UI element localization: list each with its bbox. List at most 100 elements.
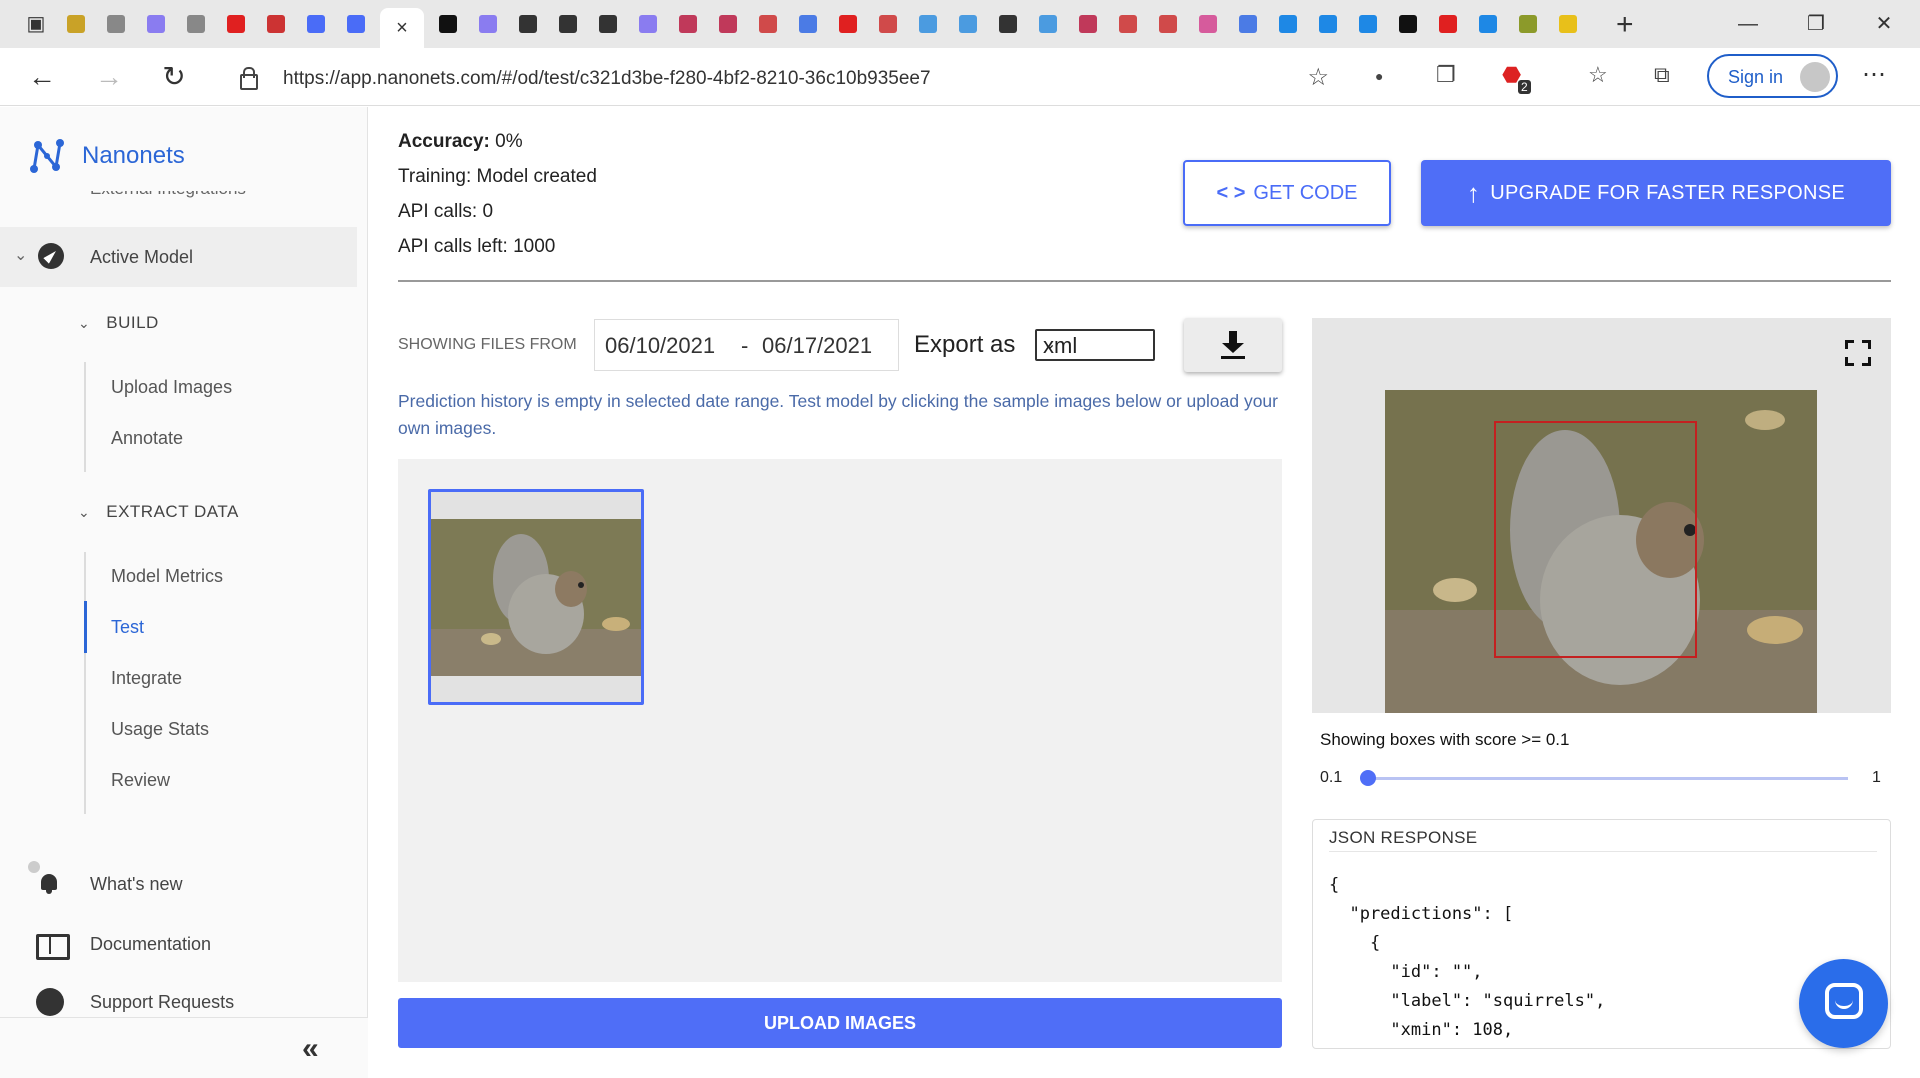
download-button[interactable] [1184,318,1282,372]
browser-tab-bar: ▣ × + — ❐ ✕ [0,0,1920,48]
brand-logo[interactable]: Nanonets [28,137,185,175]
tab-favicon-icon[interactable] [100,10,132,38]
sidebar-item-whats-new[interactable]: What's new [36,870,182,898]
chat-support-button[interactable] [1799,959,1888,1048]
tab-favicon-icon[interactable] [992,10,1024,38]
sidebar-item-external-integrations[interactable]: External Integrations [40,191,360,201]
tab-favicon-icon[interactable] [1512,10,1544,38]
tab-favicon-icon[interactable] [300,10,332,38]
restore-icon[interactable]: ❐ [1804,12,1828,36]
fullscreen-icon[interactable] [1845,340,1871,366]
date-range-picker[interactable]: 06/10/2021 - 06/17/2021 [594,319,899,371]
tab-favicon-icon[interactable] [1232,10,1264,38]
tab-favicon-icon[interactable] [912,10,944,38]
tab-favicon-icon[interactable] [1032,10,1064,38]
tab-favicon-icon[interactable] [752,10,784,38]
tab-favicon-icon[interactable] [1352,10,1384,38]
upgrade-button[interactable]: ↑ UPGRADE FOR FASTER RESPONSE [1421,160,1891,226]
tab-favicon-icon[interactable] [60,10,92,38]
sidebar-item-label: Active Model [90,247,194,267]
tab-favicon-icon[interactable] [792,10,824,38]
date-to[interactable]: 06/17/2021 [762,333,872,359]
close-window-icon[interactable]: ✕ [1872,12,1896,36]
upload-images-button[interactable]: UPLOAD IMAGES [398,998,1282,1048]
tab-favicon-icon[interactable] [220,10,252,38]
sidebar-item-usage-stats[interactable]: Usage Stats [111,719,209,740]
tab-favicon-icon[interactable] [1472,10,1504,38]
tab-favicon-icon[interactable] [432,10,464,38]
sidebar-item-upload-images[interactable]: Upload Images [111,377,232,398]
sidebar-item-integrate[interactable]: Integrate [111,668,182,689]
new-tab-button[interactable]: + [1616,8,1634,42]
tab-favicon-icon[interactable] [512,10,544,38]
tab-favicon-icon[interactable] [1312,10,1344,38]
score-slider-handle[interactable] [1360,770,1376,786]
reload-icon[interactable]: ↻ [157,60,191,94]
tab-favicon-icon[interactable] [952,10,984,38]
url-text[interactable]: https://app.nanonets.com/#/od/test/c321d… [283,68,931,90]
tab-favicon-icon[interactable] [1432,10,1464,38]
tab-favicon-icon[interactable] [712,10,744,38]
tab-favicon-icon[interactable] [872,10,904,38]
tab-favicon-icon[interactable] [180,10,212,38]
tab-close-icon[interactable]: × [380,8,424,48]
chevron-down-icon: ⌄ [1043,336,1057,353]
tab-actions-icon[interactable]: ▣ [24,12,48,36]
lock-icon[interactable] [238,66,258,90]
section-extract-data[interactable]: ⌄ EXTRACT DATA [78,502,239,522]
empty-history-message: Prediction history is empty in selected … [398,391,1278,438]
more-menu-icon[interactable]: ⋯ [1862,60,1886,89]
sidebar-item-test[interactable]: Test [111,617,144,638]
sidebar-item-label: Documentation [90,933,212,954]
collapse-sidebar-icon[interactable]: « [302,1032,319,1066]
tab-favicon-icon[interactable] [260,10,292,38]
tab-favicon-icon[interactable] [672,10,704,38]
profile-avatar-icon [1800,62,1830,92]
tab-favicon-icon[interactable] [472,10,504,38]
score-slider-track[interactable] [1368,777,1848,780]
tab-favicon-icon[interactable] [340,10,372,38]
get-code-button[interactable]: < > GET CODE [1183,160,1391,226]
slider-min-label: 0.1 [1320,769,1343,786]
add-favorite-icon[interactable]: ☆ [1307,63,1329,92]
prediction-bounding-box[interactable] [1494,421,1697,658]
collections-icon[interactable]: ⧉ [1654,62,1670,88]
extension-icon[interactable]: ● [1375,68,1383,84]
section-title: EXTRACT DATA [106,502,239,521]
tab-favicon-icon[interactable] [1192,10,1224,38]
sidebar: Nanonets External Integrations ⌄ Active … [0,107,368,1078]
tab-favicon-icon[interactable] [1552,10,1584,38]
tab-favicon-icon[interactable] [1152,10,1184,38]
tab-favicon-icon[interactable] [1072,10,1104,38]
back-icon[interactable]: ← [25,60,59,94]
date-from[interactable]: 06/10/2021 [605,333,715,359]
tab-favicon-icon[interactable] [1272,10,1304,38]
chat-icon [1825,983,1863,1019]
tab-favicon-icon[interactable] [592,10,624,38]
tab-favicon-icon[interactable] [552,10,584,38]
export-format-select[interactable]: xml ⌄ [1035,329,1155,361]
showing-files-label: SHOWING FILES FROM [398,336,577,353]
collections-ext-icon[interactable]: ❐ [1436,62,1456,88]
tab-favicon-icon[interactable] [1392,10,1424,38]
favorites-icon[interactable]: ☆ [1588,62,1608,88]
sidebar-item-model-metrics[interactable]: Model Metrics [111,566,223,587]
url-field[interactable]: https://app.nanonets.com/#/od/test/c321d… [215,56,1340,98]
tab-favicon-icon[interactable] [1112,10,1144,38]
minimize-icon[interactable]: — [1736,12,1760,36]
address-bar: ← → ↻ https://app.nanonets.com/#/od/test… [0,48,1920,106]
sidebar-item-support-requests[interactable]: Support Requests [36,988,234,1016]
sidebar-item-review[interactable]: Review [111,770,170,791]
json-response-body[interactable]: { "predictions": [ { "id": "", "label": … [1329,871,1605,1045]
sample-image-thumbnail[interactable] [428,489,644,705]
sidebar-item-active-model[interactable]: ⌄ Active Model [0,227,357,287]
sign-in-button[interactable]: Sign in [1707,54,1838,98]
tab-favicon-icon[interactable] [632,10,664,38]
squirrel-image [431,519,641,676]
tab-favicon-icon[interactable] [140,10,172,38]
sidebar-item-annotate[interactable]: Annotate [111,428,183,449]
section-build[interactable]: ⌄ BUILD [78,313,159,333]
sidebar-item-documentation[interactable]: Documentation [36,930,212,960]
tab-favicon-icon[interactable] [832,10,864,38]
forward-icon[interactable]: → [92,60,126,94]
